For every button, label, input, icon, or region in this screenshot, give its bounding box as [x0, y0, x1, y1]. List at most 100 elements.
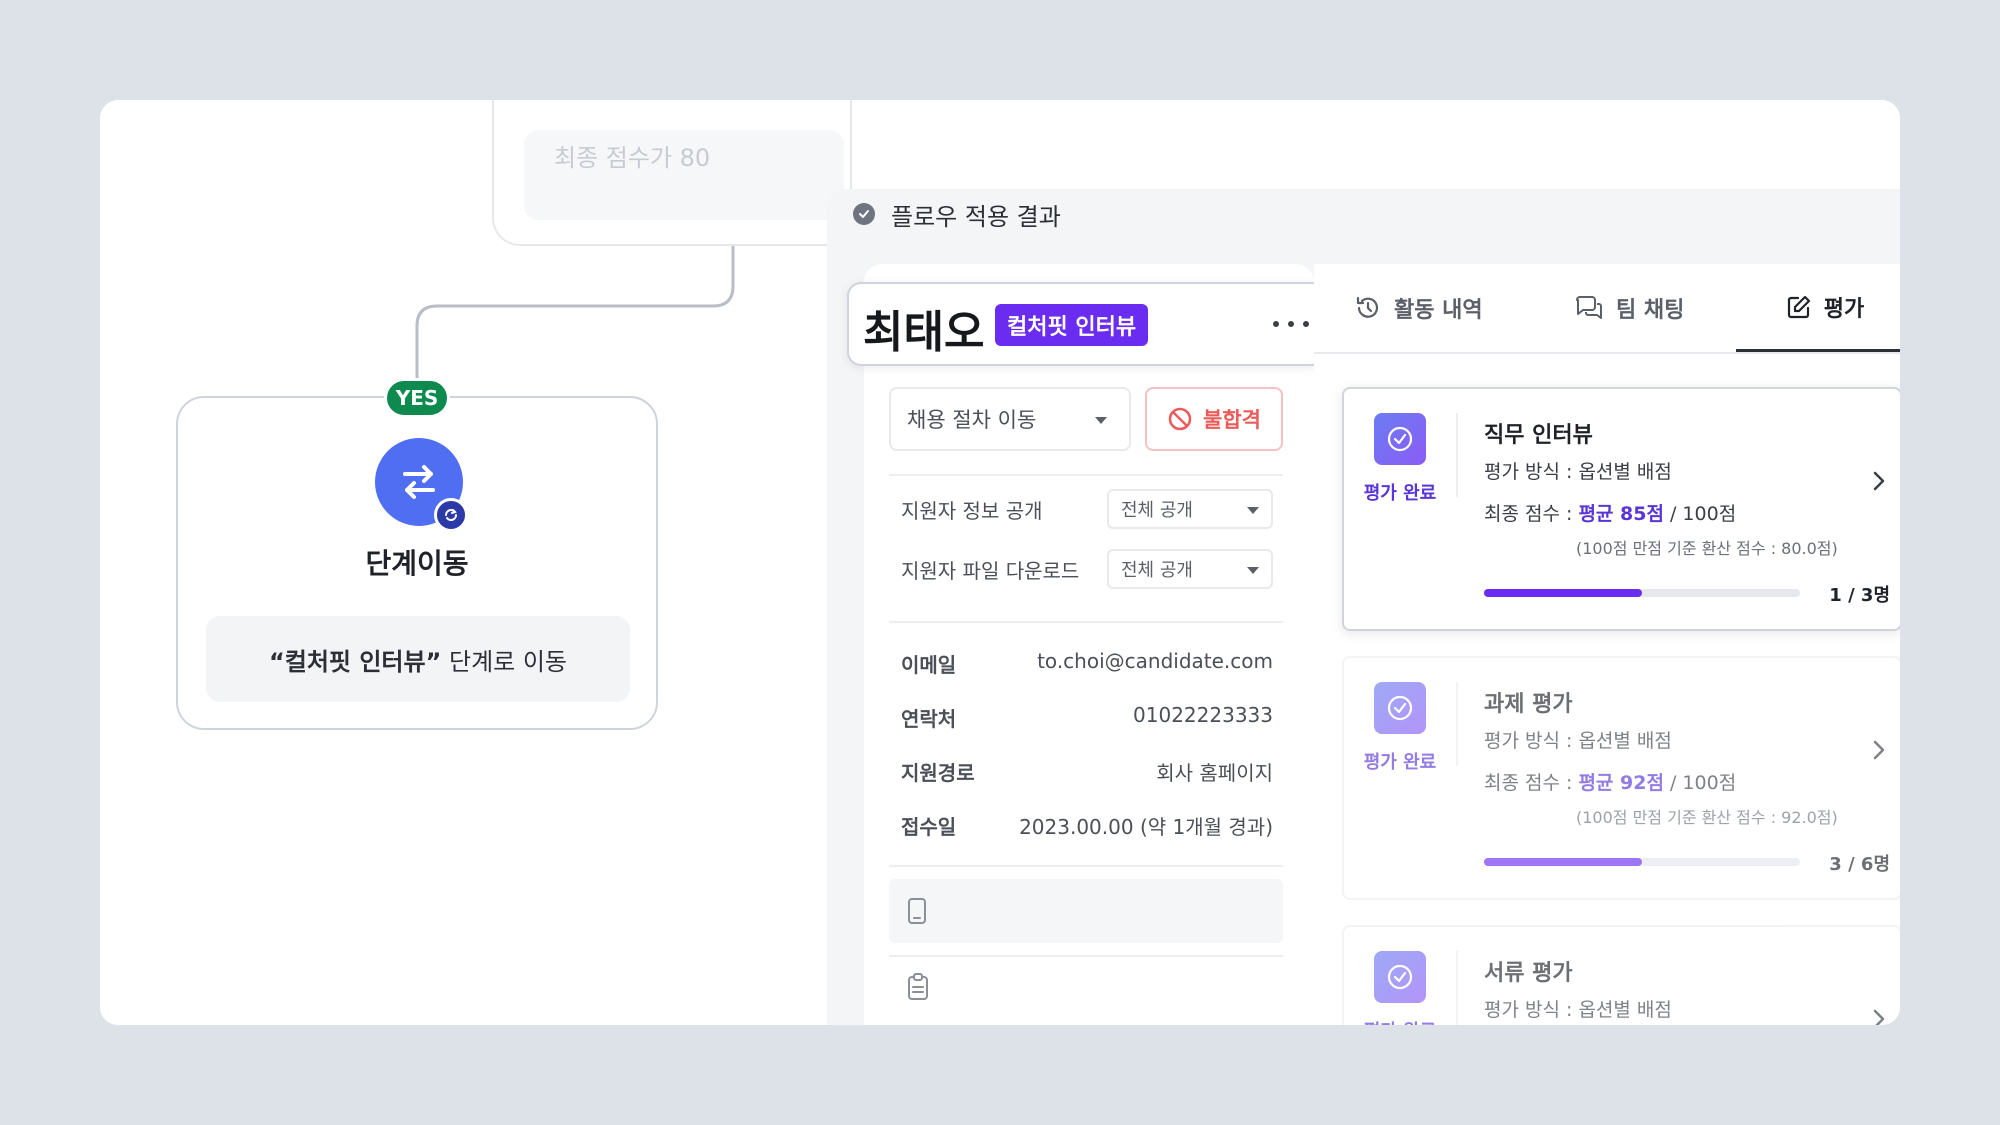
dot-icon — [1303, 321, 1309, 327]
result-title: 플로우 적용 결과 — [891, 202, 1061, 231]
chat-icon — [1576, 296, 1602, 319]
tab-label: 활동 내역 — [1394, 298, 1483, 323]
option-label: 지원자 파일 다운로드 — [901, 558, 1080, 583]
clipboard-icon[interactable] — [907, 973, 929, 1001]
score-note: (100점 만점 기준 환산 점수 : 80.0점) — [1576, 539, 1838, 558]
edit-icon — [1787, 295, 1810, 318]
flow-result-panel: 플로우 적용 결과 최태오 컬처핏 인터뷰 채용 절차 이동 불합격 지원자 정… — [827, 189, 1900, 1025]
info-key: 지원경로 — [901, 761, 975, 785]
score-prefix: 최종 점수 : — [1484, 772, 1579, 794]
more-options-button[interactable] — [1273, 312, 1309, 336]
step-move-node[interactable]: 단계이동 “컬처핏 인터뷰” 단계로 이동 — [176, 396, 658, 730]
progress-fill — [1484, 858, 1642, 866]
evaluator-count: 1 / 3명 — [1829, 585, 1890, 606]
check-circle-icon — [1374, 951, 1426, 1003]
yes-badge: YES — [384, 378, 450, 418]
evaluator-count: 3 / 6명 — [1829, 854, 1890, 875]
tab-label: 팀 채팅 — [1616, 298, 1685, 323]
divider — [889, 865, 1283, 867]
divider — [889, 955, 1283, 957]
divider — [1456, 682, 1458, 766]
candidate-name: 최태오 — [863, 307, 985, 358]
evaluation-progress — [1484, 589, 1800, 597]
divider — [889, 621, 1283, 623]
file-download-select[interactable]: 전체 공개 — [1107, 549, 1273, 589]
evaluation-card[interactable]: 평가 완료 직무 인터뷰 평가 방식 : 옵션별 배점 최종 점수 : 평균 8… — [1342, 387, 1900, 631]
chevron-right-icon[interactable] — [1872, 738, 1886, 762]
info-key: 연락처 — [901, 707, 957, 731]
detail-tabs: 활동 내역 팀 채팅 평가 — [1314, 264, 1900, 354]
info-value: 2023.00.00 (약 1개월 경과) — [1019, 815, 1273, 839]
step-desc-suffix: 단계로 이동 — [441, 647, 568, 676]
stage-move-label: 채용 절차 이동 — [907, 408, 1037, 432]
tab-activity[interactable]: 활동 내역 — [1354, 264, 1483, 352]
reject-label: 불합격 — [1203, 408, 1261, 432]
info-key: 이메일 — [901, 653, 957, 677]
option-label: 지원자 정보 공개 — [901, 498, 1043, 523]
evaluation-progress — [1484, 858, 1800, 866]
repeat-icon — [434, 498, 468, 532]
check-circle-icon — [1374, 682, 1426, 734]
caret-down-icon — [1247, 567, 1259, 574]
step-title: 단계이동 — [365, 547, 469, 580]
evaluation-score: 최종 점수 : 평균 92점 / 100점 — [1484, 768, 1736, 795]
window-frame: 최종 점수가 80 단계이동 “컬처핏 인터뷰” 단계로 이동 YES 플로우 … — [0, 0, 2000, 1125]
evaluation-title: 과제 평가 — [1484, 692, 1573, 717]
chevron-right-icon[interactable] — [1872, 469, 1886, 493]
evaluation-title: 서류 평가 — [1484, 961, 1573, 986]
prohibited-icon — [1168, 407, 1192, 431]
flow-connector — [415, 246, 735, 382]
history-icon — [1356, 296, 1379, 318]
result-header: 플로우 적용 결과 — [827, 189, 1900, 239]
info-visibility-select[interactable]: 전체 공개 — [1107, 489, 1273, 529]
dot-icon — [1273, 321, 1279, 327]
evaluation-score: 최종 점수 : 평균 85점 / 100점 — [1484, 499, 1736, 526]
divider — [889, 474, 1283, 476]
candidate-stage-badge: 컬처핏 인터뷰 — [995, 304, 1149, 346]
option-value: 전체 공개 — [1121, 560, 1193, 581]
check-circle-icon — [1374, 413, 1426, 465]
caret-down-icon — [1247, 507, 1259, 514]
evaluation-status: 평가 완료 — [1363, 752, 1437, 773]
score-average: 평균 85점 — [1578, 503, 1664, 525]
evaluation-card[interactable]: 평가 완료 과제 평가 평가 방식 : 옵션별 배점 최종 점수 : 평균 92… — [1342, 656, 1900, 900]
tab-team-chat[interactable]: 팀 채팅 — [1574, 264, 1684, 352]
score-total: / 100점 — [1663, 772, 1737, 794]
info-value: 회사 홈페이지 — [1156, 761, 1273, 785]
option-row-info-visibility: 지원자 정보 공개 전체 공개 — [901, 489, 1273, 529]
info-key: 접수일 — [901, 815, 957, 839]
chevron-right-icon[interactable] — [1872, 1007, 1886, 1025]
flow-canvas: 최종 점수가 80 단계이동 “컬처핏 인터뷰” 단계로 이동 YES 플로우 … — [100, 100, 1900, 1025]
tab-evaluation[interactable]: 평가 — [1736, 264, 1900, 352]
divider — [1456, 951, 1458, 1025]
divider — [1456, 413, 1458, 497]
stage-move-select[interactable]: 채용 절차 이동 — [889, 387, 1131, 451]
mobile-icon — [908, 898, 926, 924]
evaluation-status: 평가 완료 — [1363, 483, 1437, 504]
evaluation-method: 평가 방식 : 옵션별 배점 — [1484, 999, 1672, 1021]
evaluation-status: 평가 완료 — [1360, 1017, 1440, 1025]
score-total: / 100점 — [1663, 503, 1737, 525]
info-value[interactable]: to.choi@candidate.com — [1037, 649, 1273, 678]
dot-icon — [1288, 321, 1294, 327]
option-value: 전체 공개 — [1121, 500, 1193, 521]
evaluation-method: 평가 방식 : 옵션별 배점 — [1484, 461, 1672, 483]
info-row-email: 이메일 to.choi@candidate.com — [901, 649, 1273, 678]
info-row-applied-date: 접수일 2023.00.00 (약 1개월 경과) — [901, 811, 1273, 840]
mobile-section[interactable] — [889, 879, 1283, 943]
evaluation-card[interactable]: 평가 완료 서류 평가 평가 방식 : 옵션별 배점 — [1342, 925, 1900, 1025]
option-row-file-download: 지원자 파일 다운로드 전체 공개 — [901, 549, 1273, 589]
progress-fill — [1484, 589, 1642, 597]
evaluation-method: 평가 방식 : 옵션별 배점 — [1484, 730, 1672, 752]
score-average: 평균 92점 — [1578, 772, 1664, 794]
candidate-card[interactable]: 최태오 컬처핏 인터뷰 — [847, 282, 1325, 366]
caret-down-icon — [1095, 417, 1107, 424]
info-row-phone: 연락처 01022223333 — [901, 703, 1273, 732]
score-prefix: 최종 점수 : — [1484, 503, 1579, 525]
score-note: (100점 만점 기준 환산 점수 : 92.0점) — [1576, 808, 1838, 827]
reject-button[interactable]: 불합격 — [1145, 387, 1283, 451]
evaluation-title: 직무 인터뷰 — [1484, 423, 1593, 448]
info-row-source: 지원경로 회사 홈페이지 — [901, 757, 1273, 786]
check-circle-icon — [853, 203, 875, 225]
info-value: 01022223333 — [1133, 703, 1273, 727]
